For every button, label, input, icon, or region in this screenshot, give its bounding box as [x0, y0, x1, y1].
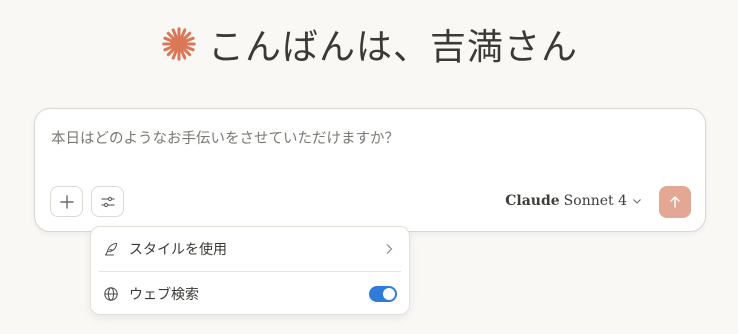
menu-item-web-search[interactable]: ウェブ検索	[91, 274, 409, 314]
web-search-toggle[interactable]	[369, 286, 397, 302]
model-version: Sonnet 4	[563, 193, 627, 209]
add-attachment-button[interactable]	[50, 186, 83, 217]
model-selector[interactable]: Claude Sonnet 4	[505, 193, 643, 209]
menu-item-label: ウェブ検索	[129, 287, 199, 303]
chevron-down-icon	[633, 199, 641, 204]
arrow-up-icon	[670, 196, 680, 208]
tools-menu: スタイルを使用 ウェブ検索	[90, 226, 410, 315]
feather-icon	[104, 242, 118, 256]
globe-icon	[104, 287, 118, 301]
prompt-input[interactable]: 本日はどのようなお手伝いをさせていただけますか？	[51, 127, 399, 148]
tools-button[interactable]	[91, 186, 124, 217]
menu-item-label: スタイルを使用	[129, 242, 227, 258]
toggle-knob	[383, 288, 395, 300]
menu-divider	[99, 271, 401, 272]
greeting: こんばんは、吉満さん	[0, 18, 738, 70]
greeting-title: こんばんは、吉満さん	[207, 27, 578, 68]
menu-item-use-style[interactable]: スタイルを使用	[91, 229, 409, 269]
model-brand: Claude	[505, 193, 560, 209]
chevron-right-icon	[386, 244, 393, 254]
chat-composer: 本日はどのようなお手伝いをさせていただけますか？ Claude Sonnet 4	[34, 108, 706, 232]
plus-icon	[59, 194, 74, 209]
sliders-icon	[100, 196, 115, 207]
send-button[interactable]	[659, 186, 691, 218]
claude-spark-icon	[162, 27, 196, 61]
